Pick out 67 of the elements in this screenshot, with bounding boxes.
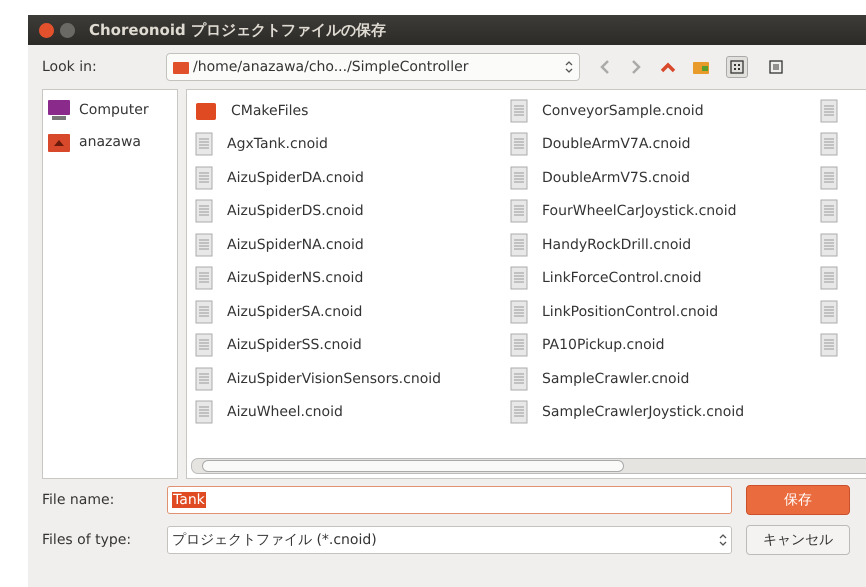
folder-icon — [173, 60, 189, 74]
place-item[interactable]: anazawa — [47, 126, 173, 158]
file-item[interactable]: AizuWheel.cnoid — [195, 396, 510, 429]
file-item[interactable]: AizuSpiderNS.cnoid — [195, 262, 510, 295]
document-icon — [195, 166, 213, 190]
file-item[interactable]: SampleCrawlerJoystick.cnoid — [510, 396, 820, 429]
document-icon — [195, 266, 213, 290]
document-icon — [195, 400, 213, 424]
window-title: Choreonoid プロジェクトファイルの保存 — [89, 20, 386, 40]
look-in-label: Look in: — [42, 59, 98, 75]
file-item[interactable]: DoubleArmV7A.cnoid — [510, 128, 820, 161]
horizontal-scrollbar[interactable] — [191, 458, 866, 474]
document-icon — [820, 166, 838, 190]
document-icon — [820, 300, 838, 324]
file-item[interactable]: DoubleArmV7S.cnoid — [510, 161, 820, 194]
document-icon — [820, 98, 838, 123]
document-icon — [510, 199, 528, 224]
file-item[interactable]: AgxTank.cnoid — [195, 128, 510, 161]
document-icon — [195, 333, 213, 358]
document-icon — [195, 366, 213, 391]
document-icon — [820, 199, 838, 224]
file-item[interactable]: CMakeFiles — [195, 94, 510, 128]
home-folder-icon — [47, 131, 71, 153]
file-item[interactable]: AizuSpiderVisionSensors.cnoid — [195, 362, 510, 396]
spin-arrows-icon — [565, 60, 573, 74]
file-type-label: Files of type: — [42, 532, 132, 548]
document-icon — [510, 366, 528, 391]
new-folder-icon[interactable] — [693, 60, 709, 74]
place-item[interactable]: Computer — [47, 94, 173, 126]
file-item[interactable]: SampleCrawler.cnoid — [510, 362, 820, 396]
file-name-label: File name: — [42, 492, 116, 508]
document-icon — [510, 400, 528, 424]
document-icon — [820, 333, 838, 358]
minimize-button[interactable] — [60, 22, 75, 38]
file-item[interactable]: AizuSpiderSS.cnoid — [195, 328, 510, 362]
monitor-icon — [47, 99, 71, 121]
file-item[interactable]: PA10Pickup.cnoid — [510, 328, 820, 362]
file-item[interactable]: AizuSpiderSA.cnoid — [195, 295, 510, 328]
document-icon — [510, 232, 528, 257]
document-icon — [195, 199, 213, 224]
file-item[interactable]: AizuSpiderNA.cnoid — [195, 228, 510, 262]
icon-view-button[interactable] — [726, 56, 748, 78]
document-icon — [510, 166, 528, 190]
file-item[interactable]: HandyRockDrill.cnoid — [510, 228, 820, 262]
document-icon — [510, 132, 528, 156]
file-item[interactable]: FourWheelCarJoystick.cnoid — [510, 194, 820, 228]
file-item[interactable]: AizuSpiderDS.cnoid — [195, 194, 510, 228]
spin-arrows-icon — [719, 533, 727, 547]
document-icon — [820, 266, 838, 290]
document-icon — [820, 232, 838, 257]
close-button[interactable] — [39, 22, 54, 38]
document-icon — [820, 132, 838, 156]
document-icon — [510, 266, 528, 290]
file-item[interactable]: LinkForceControl.cnoid — [510, 262, 820, 295]
document-icon — [510, 300, 528, 324]
document-icon — [195, 232, 213, 257]
file-item[interactable]: LinkPositionControl.cnoid — [510, 295, 820, 328]
file-item[interactable]: ConveyorSample.cnoid — [510, 94, 820, 128]
file-type-dropdown[interactable]: プロジェクトファイル (*.cnoid) — [167, 526, 732, 554]
file-name-field[interactable]: Tank — [167, 486, 732, 514]
document-icon — [510, 333, 528, 358]
document-icon — [195, 300, 213, 324]
document-icon — [195, 132, 213, 156]
cancel-button[interactable]: キャンセル — [746, 525, 850, 555]
file-item[interactable]: AizuSpiderDA.cnoid — [195, 161, 510, 194]
document-icon — [510, 98, 528, 123]
look-in-dropdown[interactable]: /home/anazawa/cho.../SimpleController — [166, 53, 580, 81]
